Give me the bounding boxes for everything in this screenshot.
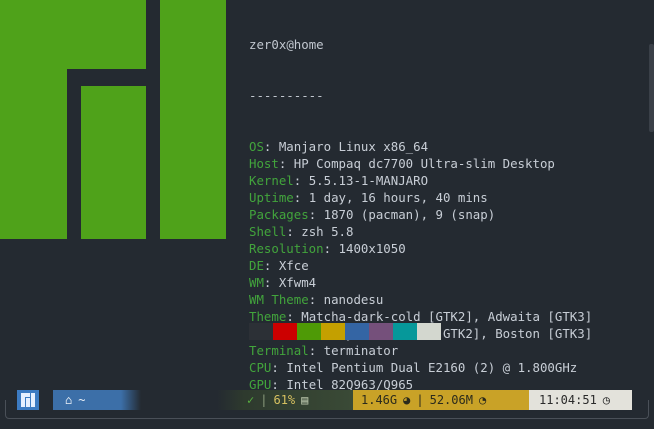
info-key: Packages [249,207,309,222]
colon: : [293,173,309,188]
panel-frame [5,400,649,419]
palette-swatch [297,323,321,340]
palette-swatch [393,323,417,340]
palette-swatch [369,323,393,340]
hostname: home [293,37,324,52]
info-key: Resolution [249,241,324,256]
info-value: 1400x1050 [338,241,406,256]
info-key: Host [249,156,279,171]
info-value: HP Compaq dc7700 Ultra-slim Desktop [293,156,555,171]
info-value: terminator [323,343,399,358]
info-row: Kernel: 5.5.13-1-MANJARO [249,172,592,189]
info-row: CPU: Intel Pentium Dual E2160 (2) @ 1.80… [249,359,592,376]
logo-bar-middle [81,86,146,239]
colon: : [278,156,294,171]
info-value: 1 day, 16 hours, 40 mins [308,190,488,205]
user-host-line: zer0x@home [249,36,592,53]
colon: : [308,292,324,307]
colon: : [323,241,339,256]
info-row: DE: Xfce [249,257,592,274]
info-value: Manjaro Linux x86_64 [278,139,429,154]
info-value: zsh 5.8 [301,224,354,239]
info-key: Theme [249,309,287,324]
info-value: Matcha-dark-cold [GTK2], Adwaita [GTK3] [301,309,593,324]
info-row: OS: Manjaro Linux x86_64 [249,138,592,155]
scrollbar[interactable] [649,44,654,132]
info-key: DE [249,258,264,273]
palette-swatch [345,323,369,340]
info-row: WM: Xfwm4 [249,274,592,291]
colon: : [263,258,279,273]
info-value: nanodesu [323,292,384,307]
logo-bar-top [0,0,146,69]
username: zer0x [249,37,287,52]
info-key: WM Theme [249,292,309,307]
info-key: Uptime [249,190,294,205]
info-key: OS [249,139,264,154]
neofetch-output: zer0x@home ---------- OS: Manjaro Linux … [249,2,592,427]
info-key: Shell [249,224,287,239]
info-row: Packages: 1870 (pacman), 9 (snap) [249,206,592,223]
info-row: Host: HP Compaq dc7700 Ultra-slim Deskto… [249,155,592,172]
colon: : [308,343,324,358]
info-value: 1870 (pacman), 9 (snap) [323,207,496,222]
info-value: 5.5.13-1-MANJARO [308,173,429,188]
logo-bar-right [160,0,226,239]
info-key: CPU [249,360,272,375]
info-row: Resolution: 1400x1050 [249,240,592,257]
info-value: Intel Pentium Dual E2160 (2) @ 1.800GHz [286,360,578,375]
colon: : [286,224,302,239]
info-row: Shell: zsh 5.8 [249,223,592,240]
colon: : [271,360,287,375]
colon: : [263,275,279,290]
info-value: Xfwm4 [278,275,317,290]
palette-swatch [249,323,273,340]
separator-line: ---------- [249,88,324,103]
at-sign: @ [286,37,294,52]
info-row: Terminal: terminator [249,342,592,359]
color-palette [249,323,441,340]
palette-swatch [321,323,345,340]
palette-swatch [417,323,441,340]
info-value: Xfce [278,258,309,273]
colon: : [293,190,309,205]
palette-swatch [273,323,297,340]
info-row: Uptime: 1 day, 16 hours, 40 mins [249,189,592,206]
info-key: Terminal [249,343,309,358]
info-row: WM Theme: nanodesu [249,291,592,308]
info-key: WM [249,275,264,290]
info-key: Kernel [249,173,294,188]
info-rows: OS: Manjaro Linux x86_64 Host: HP Compaq … [249,138,592,410]
colon: : [263,139,279,154]
colon: : [286,309,302,324]
colon: : [308,207,324,222]
